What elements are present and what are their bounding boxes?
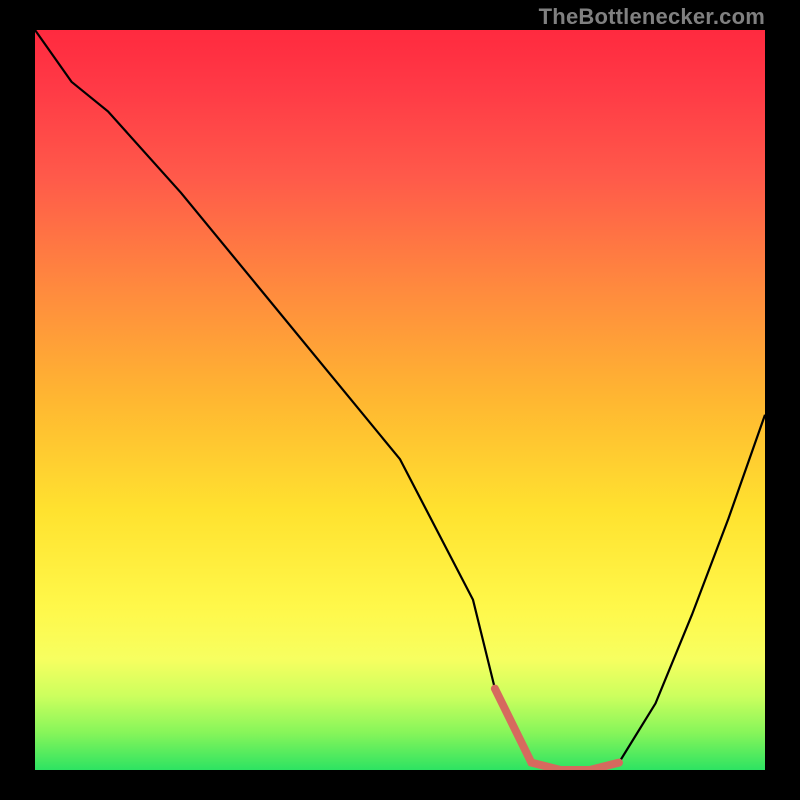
highlight-segment xyxy=(495,689,619,770)
bottleneck-curve xyxy=(35,30,765,770)
chart-title: TheBottlenecker.com xyxy=(539,4,765,30)
plot-area xyxy=(35,30,765,770)
chart-frame: TheBottlenecker.com xyxy=(0,0,800,800)
curve-line xyxy=(35,30,765,770)
